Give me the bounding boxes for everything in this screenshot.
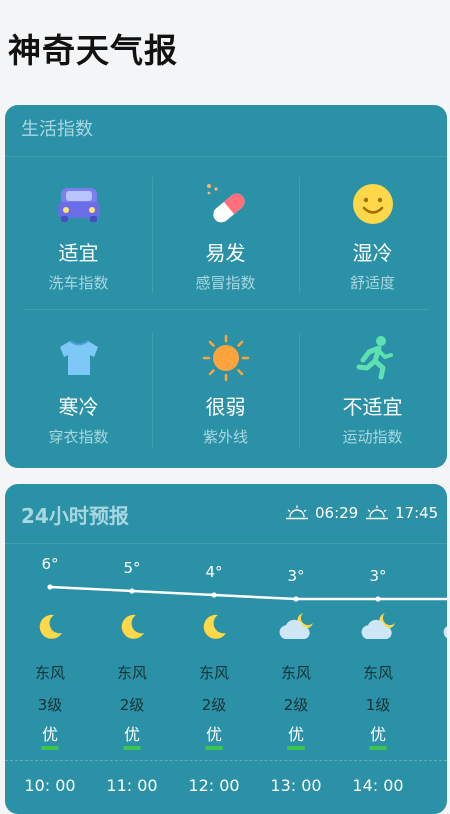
sunrise-icon bbox=[286, 505, 308, 520]
sunrise: 06:29 bbox=[285, 504, 358, 522]
hour-time: 10: 00 bbox=[24, 776, 76, 795]
time-axis bbox=[5, 760, 447, 761]
comfort-label: 舒适度 bbox=[349, 274, 395, 292]
hour-air-quality: 优 bbox=[287, 725, 304, 744]
temperature-point bbox=[211, 592, 217, 598]
moon-icon bbox=[117, 612, 147, 646]
hour-wind-level: 2级 bbox=[119, 696, 145, 714]
cloudy-moon-icon bbox=[359, 612, 397, 646]
temperature-point bbox=[375, 596, 381, 602]
hour-time: 13: 00 bbox=[270, 776, 322, 795]
sunset-icon bbox=[366, 505, 388, 520]
forecast-title: 24小时预报 bbox=[21, 504, 129, 528]
hourly-forecast[interactable]: 6° 东风 3级优 10: 00 5° 东风 2级优 11: 00 4° 东风 2级优 12: 00 3… bbox=[5, 544, 447, 814]
hour-air-quality: 优 bbox=[369, 725, 386, 744]
pill-icon bbox=[206, 184, 245, 223]
life-item-dressing[interactable]: 寒冷 穿衣指数 bbox=[5, 335, 152, 447]
hour-wind-direction: 东风 bbox=[280, 664, 311, 682]
hour-wind-level: 2级 bbox=[201, 696, 227, 714]
comfort-value: 湿冷 bbox=[352, 241, 393, 265]
life-index-card: 生活指数 适宜 洗车指数 易发 感冒指数 湿冷 舒适度 寒冷 穿衣指数 很弱 紫… bbox=[5, 105, 447, 468]
hour-temperature: 3° bbox=[369, 567, 387, 585]
temperature-line bbox=[49, 585, 447, 601]
hour-wind-direction: 东风 bbox=[198, 664, 229, 682]
life-item-sport[interactable]: 不适宜 运动指数 bbox=[299, 335, 446, 447]
life-item-cold[interactable]: 易发 感冒指数 bbox=[152, 181, 299, 293]
running-icon bbox=[356, 336, 393, 380]
cloudy-moon-icon bbox=[441, 612, 447, 646]
sun-icon bbox=[202, 334, 249, 382]
car-wash-value: 适宜 bbox=[58, 241, 99, 265]
hour-wind-level: 1级 bbox=[365, 696, 391, 714]
hour-temperature: 5° bbox=[123, 559, 141, 577]
life-index-grid: 适宜 洗车指数 易发 感冒指数 湿冷 舒适度 寒冷 穿衣指数 很弱 紫外线 不适… bbox=[5, 157, 447, 467]
sport-label: 运动指数 bbox=[342, 428, 403, 446]
forecast-card: 24小时预报 06:29 17:45 6° 东风 3级优 10: 00 5° 东… bbox=[5, 484, 447, 814]
hour-air-quality: 优 bbox=[41, 725, 58, 744]
life-item-uv[interactable]: 很弱 紫外线 bbox=[152, 334, 299, 447]
cloudy-moon-icon bbox=[277, 612, 315, 646]
hour-wind-direction: 东风 bbox=[34, 664, 65, 682]
hour-time: 14: 00 bbox=[352, 776, 404, 795]
hour-wind-level: 3级 bbox=[37, 696, 63, 714]
hour-wind-level: 2级 bbox=[283, 696, 309, 714]
car-wash-label: 洗车指数 bbox=[48, 274, 109, 292]
aqi-bar bbox=[287, 746, 305, 750]
forecast-header: 24小时预报 06:29 17:45 bbox=[5, 484, 447, 544]
sunset-time: 17:45 bbox=[395, 504, 439, 522]
life-item-car-wash[interactable]: 适宜 洗车指数 bbox=[5, 181, 152, 293]
smiley-icon bbox=[352, 184, 393, 224]
hour-temperature: 3° bbox=[287, 567, 305, 585]
aqi-bar bbox=[369, 746, 387, 750]
hour-air-quality: 优 bbox=[205, 725, 222, 744]
cold-value: 易发 bbox=[205, 241, 246, 265]
hour-temperature: 4° bbox=[205, 563, 223, 581]
moon-icon bbox=[35, 612, 65, 646]
dressing-value: 寒冷 bbox=[58, 395, 99, 419]
uv-value: 很弱 bbox=[205, 395, 246, 419]
sunrise-time: 06:29 bbox=[315, 504, 359, 522]
uv-label: 紫外线 bbox=[202, 428, 248, 446]
cold-label: 感冒指数 bbox=[195, 274, 256, 292]
dressing-label: 穿衣指数 bbox=[48, 428, 109, 446]
hour-time: 11: 00 bbox=[106, 776, 158, 795]
hour-temperature: 6° bbox=[41, 555, 59, 573]
hour-wind-direction: 东风 bbox=[116, 664, 147, 682]
moon-icon bbox=[199, 612, 229, 646]
aqi-bar bbox=[41, 746, 59, 750]
temperature-point bbox=[293, 596, 299, 602]
life-index-header: 生活指数 bbox=[5, 105, 447, 157]
sport-value: 不适宜 bbox=[342, 395, 403, 419]
hour-time: 12: 00 bbox=[188, 776, 240, 795]
aqi-bar bbox=[205, 746, 223, 750]
hour-wind-direction: 东 bbox=[419, 662, 447, 683]
hour-wind-direction: 东风 bbox=[362, 664, 393, 682]
hour-time: 15 bbox=[419, 776, 447, 795]
temperature-point bbox=[129, 588, 135, 594]
temperature-point bbox=[47, 584, 53, 590]
aqi-bar bbox=[123, 746, 141, 750]
life-item-comfort[interactable]: 湿冷 舒适度 bbox=[299, 181, 446, 293]
shirt-icon bbox=[59, 340, 98, 375]
app-title: 神奇天气报 bbox=[8, 31, 178, 70]
sunset: 17:45 bbox=[365, 504, 438, 522]
hour-air-quality: 优 bbox=[123, 725, 140, 744]
car-icon bbox=[57, 188, 100, 222]
